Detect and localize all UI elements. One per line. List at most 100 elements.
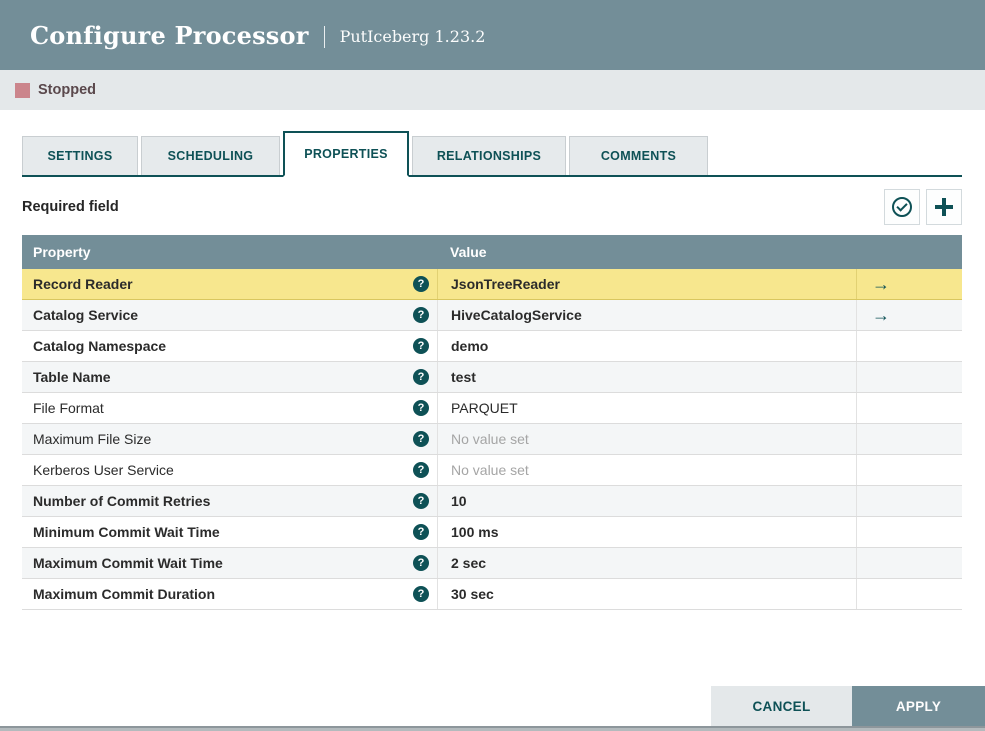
status-bar: Stopped (0, 70, 985, 110)
table-row: Table Name test (22, 362, 962, 393)
cancel-button[interactable]: CANCEL (711, 686, 852, 726)
value-cell[interactable]: 2 sec (437, 548, 856, 578)
arrow-right-icon[interactable] (872, 275, 890, 293)
properties-table: Property Value Record Reader JsonTreeRea… (22, 235, 962, 610)
property-name: Maximum Commit Duration (33, 586, 216, 602)
table-row: File Format PARQUET (22, 393, 962, 424)
property-name: Maximum File Size (33, 431, 152, 447)
add-property-button[interactable] (926, 189, 962, 225)
property-cell: Minimum Commit Wait Time (22, 517, 437, 547)
property-value: PARQUET (451, 400, 518, 416)
question-circle-icon[interactable] (413, 400, 429, 416)
property-cell: Maximum Commit Duration (22, 579, 437, 609)
tab-properties-label: PROPERTIES (304, 147, 388, 161)
property-value: test (451, 369, 476, 385)
property-value: No value set (451, 431, 529, 447)
question-circle-icon[interactable] (413, 462, 429, 478)
value-cell[interactable]: No value set (437, 455, 856, 485)
value-cell[interactable]: 10 (437, 486, 856, 516)
action-cell (856, 424, 962, 454)
check-circle-icon (892, 197, 912, 217)
question-circle-icon[interactable] (413, 276, 429, 292)
action-cell (856, 486, 962, 516)
table-row: Number of Commit Retries 10 (22, 486, 962, 517)
verify-properties-button[interactable] (884, 189, 920, 225)
tab-properties[interactable]: PROPERTIES (283, 131, 409, 177)
property-cell: Maximum File Size (22, 424, 437, 454)
toolbar-buttons (878, 189, 962, 225)
property-name: Record Reader (33, 276, 133, 292)
action-cell (856, 300, 962, 330)
column-header-value: Value (450, 244, 487, 260)
action-cell (856, 269, 962, 299)
property-value: demo (451, 338, 489, 354)
arrow-right-icon[interactable] (872, 306, 890, 324)
table-row: Maximum Commit Wait Time 2 sec (22, 548, 962, 579)
property-name: Table Name (33, 369, 111, 385)
property-value: JsonTreeReader (451, 276, 560, 292)
property-cell: File Format (22, 393, 437, 423)
action-cell (856, 548, 962, 578)
tab-relationships-label: RELATIONSHIPS (436, 149, 542, 163)
tab-relationships[interactable]: RELATIONSHIPS (412, 136, 566, 175)
property-value: 10 (451, 493, 467, 509)
property-cell: Number of Commit Retries (22, 486, 437, 516)
property-name: Minimum Commit Wait Time (33, 524, 220, 540)
action-cell (856, 517, 962, 547)
apply-button[interactable]: APPLY (852, 686, 985, 726)
stop-square-icon (15, 82, 30, 98)
tab-settings-label: SETTINGS (47, 149, 113, 163)
value-cell[interactable]: test (437, 362, 856, 392)
question-circle-icon[interactable] (413, 555, 429, 571)
value-cell[interactable]: 100 ms (437, 517, 856, 547)
property-value: HiveCatalogService (451, 307, 582, 323)
value-cell[interactable]: PARQUET (437, 393, 856, 423)
table-row: Maximum Commit Duration 30 sec (22, 579, 962, 610)
question-circle-icon[interactable] (413, 369, 429, 385)
tab-scheduling[interactable]: SCHEDULING (141, 136, 280, 175)
action-cell (856, 393, 962, 423)
property-name: Catalog Service (33, 307, 139, 323)
question-circle-icon[interactable] (413, 431, 429, 447)
table-row: Record Reader JsonTreeReader (22, 269, 962, 300)
property-cell: Catalog Service (22, 300, 437, 330)
dialog-footer: CANCEL APPLY (711, 686, 985, 726)
question-circle-icon[interactable] (413, 586, 429, 602)
tab-settings[interactable]: SETTINGS (22, 136, 138, 175)
tab-bar: SETTINGS SCHEDULING PROPERTIES RELATIONS… (22, 131, 962, 177)
column-header-property: Property (33, 244, 91, 260)
dialog-bottom-edge (0, 726, 985, 731)
dialog-header: Configure Processor PutIceberg 1.23.2 (0, 0, 985, 70)
question-circle-icon[interactable] (413, 307, 429, 323)
question-circle-icon[interactable] (413, 338, 429, 354)
question-circle-icon[interactable] (413, 524, 429, 540)
table-header-row: Property Value (22, 235, 962, 269)
action-cell (856, 579, 962, 609)
tab-comments[interactable]: COMMENTS (569, 136, 708, 175)
table-row: Catalog Namespace demo (22, 331, 962, 362)
property-cell: Record Reader (22, 269, 437, 299)
property-value: 2 sec (451, 555, 487, 571)
properties-toolbar: Required field (22, 185, 962, 229)
property-cell: Catalog Namespace (22, 331, 437, 361)
value-cell[interactable]: HiveCatalogService (437, 300, 856, 330)
plus-icon (935, 198, 953, 216)
table-row: Minimum Commit Wait Time 100 ms (22, 517, 962, 548)
processor-type-version: PutIceberg 1.23.2 (339, 27, 486, 46)
dialog-title: Configure Processor (30, 20, 309, 50)
action-cell (856, 455, 962, 485)
table-row: Kerberos User Service No value set (22, 455, 962, 486)
value-cell[interactable]: No value set (437, 424, 856, 454)
table-row: Catalog Service HiveCatalogService (22, 300, 962, 331)
value-cell[interactable]: demo (437, 331, 856, 361)
value-cell[interactable]: JsonTreeReader (437, 269, 856, 299)
action-cell (856, 331, 962, 361)
title-divider (323, 25, 325, 48)
property-value: 30 sec (451, 586, 494, 602)
question-circle-icon[interactable] (413, 493, 429, 509)
action-cell (856, 362, 962, 392)
property-name: Maximum Commit Wait Time (33, 555, 223, 571)
property-cell: Kerberos User Service (22, 455, 437, 485)
value-cell[interactable]: 30 sec (437, 579, 856, 609)
required-field-label: Required field (22, 199, 119, 215)
